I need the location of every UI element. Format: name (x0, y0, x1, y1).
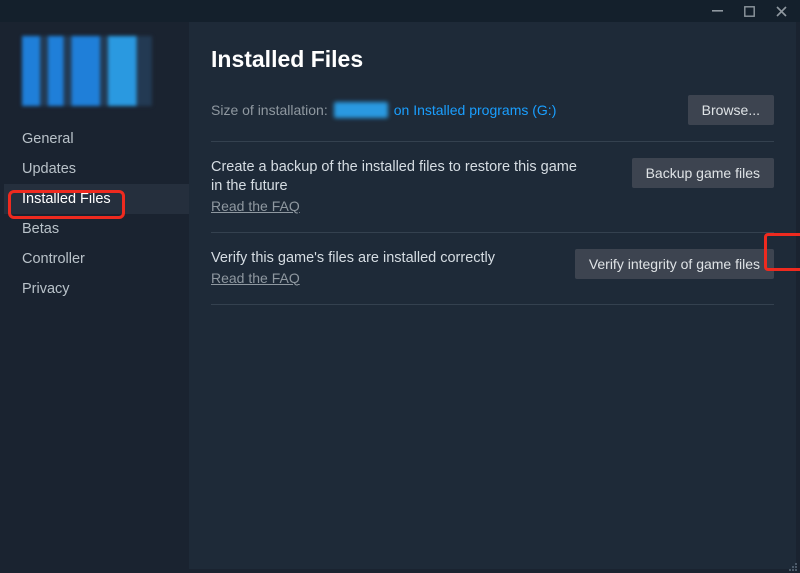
verify-section: Verify this game's files are installed c… (211, 233, 774, 305)
sidebar-item-label: Installed Files (22, 191, 111, 207)
backup-section: Create a backup of the installed files t… (211, 142, 774, 233)
sidebar-item-updates[interactable]: Updates (4, 154, 189, 184)
sidebar-item-betas[interactable]: Betas (4, 214, 189, 244)
page-title: Installed Files (211, 46, 774, 73)
verify-description: Verify this game's files are installed c… (211, 249, 495, 268)
sidebar-item-installed-files[interactable]: Installed Files (4, 184, 189, 214)
resize-grip-icon[interactable] (786, 559, 798, 571)
sidebar-item-label: Updates (22, 161, 76, 177)
verify-integrity-button[interactable]: Verify integrity of game files (575, 249, 774, 279)
sidebar-item-privacy[interactable]: Privacy (4, 274, 189, 304)
sidebar-item-general[interactable]: General (4, 124, 189, 154)
sidebar-item-controller[interactable]: Controller (4, 244, 189, 274)
install-size-row: Size of installation: on Installed progr… (211, 95, 774, 142)
verify-faq-link[interactable]: Read the FAQ (211, 270, 300, 286)
sidebar: General Updates Installed Files Betas Co… (4, 22, 189, 569)
backup-description: Create a backup of the installed files t… (211, 158, 581, 196)
backup-game-files-button[interactable]: Backup game files (632, 158, 774, 188)
browse-button[interactable]: Browse... (688, 95, 774, 125)
content-panel: Installed Files Size of installation: on… (189, 22, 796, 569)
sidebar-item-label: Betas (22, 221, 59, 237)
backup-faq-link[interactable]: Read the FAQ (211, 198, 300, 214)
sidebar-item-label: Privacy (22, 281, 70, 297)
sidebar-item-label: General (22, 131, 74, 147)
maximize-button[interactable] (736, 2, 762, 20)
install-drive-link[interactable]: on Installed programs (G:) (394, 102, 557, 118)
window-titlebar (0, 0, 800, 22)
properties-window: General Updates Installed Files Betas Co… (4, 22, 796, 569)
install-size-value (334, 102, 388, 118)
sidebar-item-label: Controller (22, 251, 85, 267)
size-prefix: Size of installation: (211, 102, 328, 118)
game-thumbnail (22, 36, 152, 106)
close-button[interactable] (768, 2, 794, 20)
minimize-button[interactable] (704, 2, 730, 20)
